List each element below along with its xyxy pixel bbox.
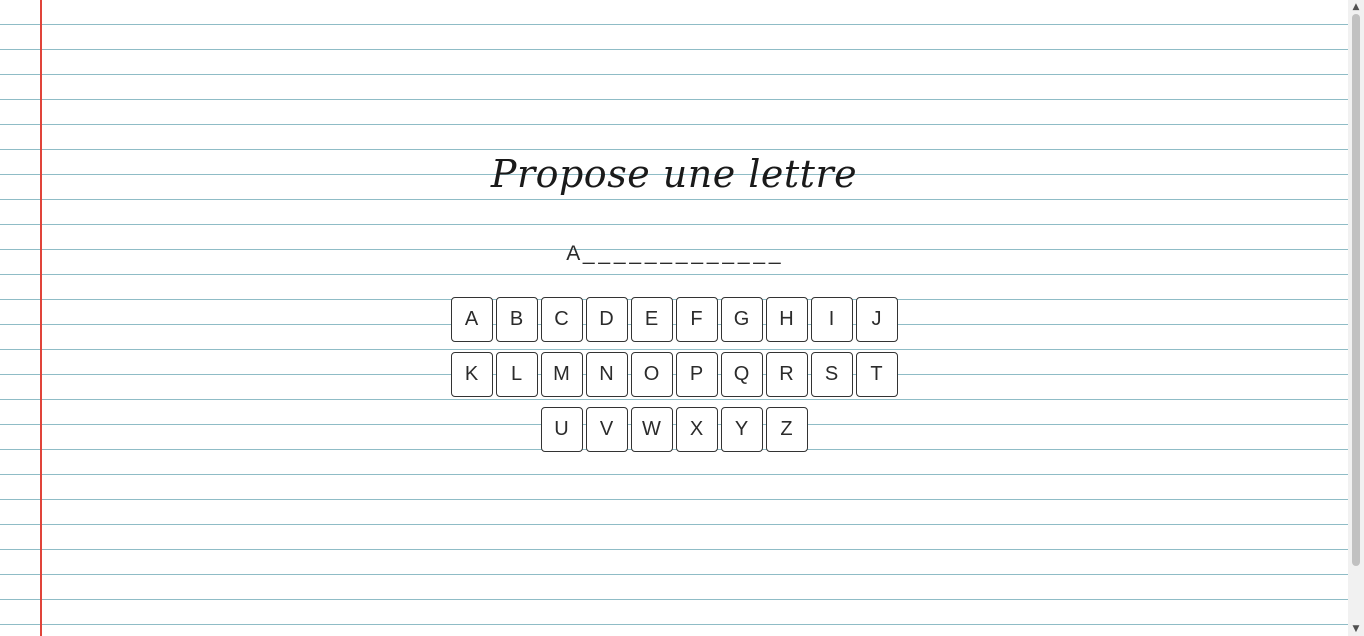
letter-key-g[interactable]: G xyxy=(720,297,763,342)
letter-key-v[interactable]: V xyxy=(585,407,628,452)
letter-key-d[interactable]: D xyxy=(585,297,628,342)
page-title: Propose une lettre xyxy=(490,152,858,196)
hidden-word: A _ _ _ _ _ _ _ _ _ _ _ _ _ xyxy=(0,242,1348,266)
word-revealed-letter: A xyxy=(566,242,581,265)
letter-key-n[interactable]: N xyxy=(585,352,628,397)
letter-key-o[interactable]: O xyxy=(630,352,673,397)
letter-key-j[interactable]: J xyxy=(855,297,898,342)
letter-key-p[interactable]: P xyxy=(675,352,718,397)
letter-key-t[interactable]: T xyxy=(855,352,898,397)
letter-key-m[interactable]: M xyxy=(540,352,583,397)
letter-key-x[interactable]: X xyxy=(675,407,718,452)
keyboard-row: KLMNOPQRST xyxy=(0,352,1348,399)
chevron-up-icon[interactable]: ▲ xyxy=(1348,0,1364,14)
letter-key-r[interactable]: R xyxy=(765,352,808,397)
letter-key-z[interactable]: Z xyxy=(765,407,808,452)
letter-key-a[interactable]: A xyxy=(450,297,493,342)
word-blank: _ xyxy=(598,242,611,265)
keyboard-row: UVWXYZ xyxy=(0,407,1348,454)
letter-key-k[interactable]: K xyxy=(450,352,493,397)
letter-key-q[interactable]: Q xyxy=(720,352,763,397)
word-blank: _ xyxy=(613,242,626,265)
word-blank: _ xyxy=(753,242,766,265)
letter-key-c[interactable]: C xyxy=(540,297,583,342)
letter-keyboard: ABCDEFGHIJ KLMNOPQRST UVWXYZ xyxy=(0,297,1348,462)
letter-key-i[interactable]: I xyxy=(810,297,853,342)
word-blank: _ xyxy=(691,242,704,265)
scrollbar-thumb[interactable] xyxy=(1352,14,1360,566)
word-blank: _ xyxy=(675,242,688,265)
word-blank: _ xyxy=(768,242,781,265)
word-blank: _ xyxy=(629,242,642,265)
keyboard-row: ABCDEFGHIJ xyxy=(0,297,1348,344)
vertical-scrollbar[interactable]: ▲ ▼ xyxy=(1348,0,1364,636)
word-blank: _ xyxy=(737,242,750,265)
word-blank: _ xyxy=(660,242,673,265)
letter-key-w[interactable]: W xyxy=(630,407,673,452)
word-blank: _ xyxy=(644,242,657,265)
letter-key-h[interactable]: H xyxy=(765,297,808,342)
letter-key-f[interactable]: F xyxy=(675,297,718,342)
letter-key-b[interactable]: B xyxy=(495,297,538,342)
letter-key-y[interactable]: Y xyxy=(720,407,763,452)
letter-key-u[interactable]: U xyxy=(540,407,583,452)
letter-key-s[interactable]: S xyxy=(810,352,853,397)
word-blank: _ xyxy=(722,242,735,265)
word-blank: _ xyxy=(706,242,719,265)
word-blank: _ xyxy=(582,242,595,265)
notebook-page: Propose une lettre A _ _ _ _ _ _ _ _ _ _ _ _ _ ABCDEF… xyxy=(0,0,1348,636)
letter-key-e[interactable]: E xyxy=(630,297,673,342)
chevron-down-icon[interactable]: ▼ xyxy=(1348,622,1364,636)
letter-key-l[interactable]: L xyxy=(495,352,538,397)
